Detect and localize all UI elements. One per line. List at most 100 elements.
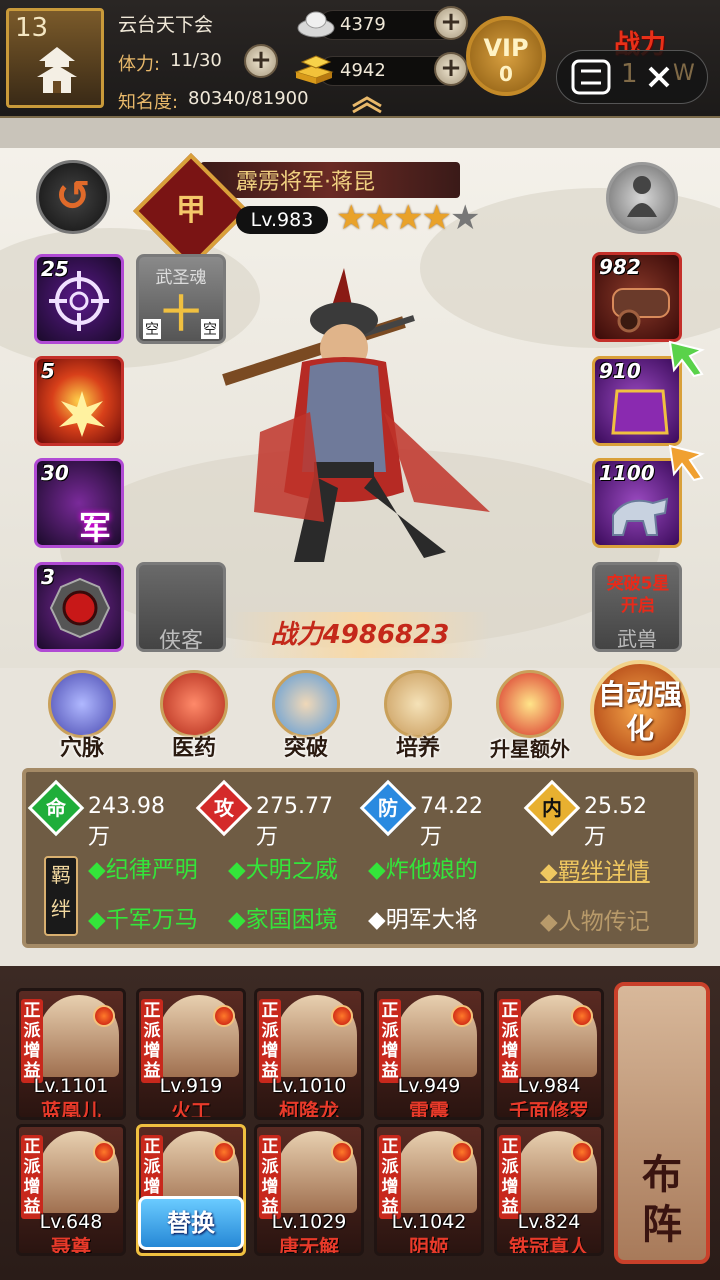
skill-slot-explosion[interactable]: 5 [34, 356, 124, 446]
slot-count: 5 [41, 359, 55, 383]
biography-link[interactable]: ◆人物传记 [540, 902, 650, 936]
fame-value: 80340/81900 [188, 88, 309, 109]
roster-level: Lv.919 [159, 1075, 223, 1097]
red-dot-icon [451, 1141, 473, 1163]
replace-button[interactable]: 替换 [138, 1196, 244, 1250]
acupoint-button[interactable]: 穴脉 [36, 670, 128, 762]
star-up-extra-button[interactable]: 升星额外 [484, 670, 576, 762]
gold-plus-button[interactable]: + [434, 52, 468, 86]
faction-buff-tag: 正派增益 [21, 1135, 43, 1219]
fetter-item: ◆家国困境 [228, 907, 338, 933]
roster-level: Lv.1042 [391, 1211, 467, 1233]
roster-card[interactable]: 正派增益 Lv.648 聂尊 [16, 1124, 126, 1256]
medicine-button[interactable]: 医药 [148, 670, 240, 762]
slot-count: 982 [599, 255, 641, 279]
scroll-icon [384, 670, 452, 738]
silver-value: 4379 [340, 14, 386, 35]
roster-card[interactable]: 正派增益 Lv.919 火工 [136, 988, 246, 1120]
function-label: 培养 [395, 736, 440, 761]
red-dot-icon [93, 1005, 115, 1027]
tiger-icon [612, 497, 669, 536]
function-label: 穴脉 [59, 736, 104, 761]
menu-icon[interactable] [571, 59, 611, 95]
roster-card[interactable]: 正派增益 Lv.1029 唐无解 [254, 1124, 364, 1256]
star-icon: ★ [421, 198, 452, 238]
faction-buff-tag: 正派增益 [21, 999, 43, 1083]
player-name: 云台天下会 [118, 14, 214, 36]
slot-count: 1100 [599, 461, 655, 485]
faction-buff-tag: 正派增益 [499, 1135, 521, 1219]
roster-card[interactable]: 正派增益 Lv.1042 阴姬 [374, 1124, 484, 1256]
equip-slot-cannon[interactable]: 982 [592, 252, 682, 342]
pagoda-icon [37, 47, 77, 93]
hp-icon-text: 命 [46, 796, 66, 820]
stamina-plus-button[interactable]: + [244, 44, 278, 78]
back-button[interactable]: ↺ [36, 160, 110, 234]
hero-power-value: 战力4986823 [270, 620, 450, 650]
hero-portrait [222, 268, 490, 562]
vip-badge[interactable]: VIP 0 [466, 16, 546, 96]
red-dot-icon [213, 1141, 235, 1163]
roster-card[interactable]: 正派增益 Lv.949 雷震 [374, 988, 484, 1120]
formation-label-2: 阵 [642, 1202, 682, 1248]
top-power-suffix: W [673, 61, 695, 86]
red-dot-icon [571, 1005, 593, 1027]
red-orb-icon [49, 577, 111, 639]
faction-buff-tag: 正派增益 [379, 1135, 401, 1219]
fetter-item: ◆纪律严明 [88, 857, 198, 883]
silver-plus-button[interactable]: + [434, 6, 468, 40]
roster-card[interactable]: 正派增益 Lv.824 铁冠真人 [494, 1124, 604, 1256]
skill-slot-target[interactable]: 25 [34, 254, 124, 344]
divider-band [0, 118, 720, 148]
roster-card[interactable]: 正派增益 Lv.1010 柯降龙 [254, 988, 364, 1120]
hero-quality-text: 甲 [176, 193, 206, 228]
star-icon: ★ [336, 198, 367, 238]
wushou-label: 武兽 [617, 627, 657, 651]
back-arrow-icon: ↺ [55, 171, 91, 220]
breakthrough-button[interactable]: 突破 [260, 670, 352, 762]
roster-name: 阴姬 [409, 1235, 449, 1256]
formation-button[interactable]: 布 阵 [614, 982, 710, 1264]
vip-label: VIP [483, 34, 529, 62]
explosion-icon [59, 391, 105, 437]
attack-value: 275.77万 [256, 794, 333, 850]
fetter-item: ◆明军大将 [368, 907, 478, 933]
collapse-chevron-icon[interactable] [350, 94, 384, 114]
player-avatar[interactable]: 13 [6, 8, 104, 108]
wusheng-soul-slot[interactable]: 武圣魂 十 空 空 [136, 254, 226, 344]
stamina-value: 11/30 [170, 50, 222, 71]
skill-slot-army[interactable]: 30 军 [34, 458, 124, 548]
roster-name: 火工 [171, 1099, 211, 1120]
function-label: 突破 [283, 736, 328, 761]
lingzhi-icon [160, 670, 228, 738]
vip-level: 0 [499, 62, 513, 86]
roster-name: 聂尊 [51, 1235, 91, 1256]
red-dot-icon [331, 1141, 353, 1163]
roster-level: Lv.1101 [33, 1075, 109, 1097]
seated-figure-icon [627, 176, 657, 217]
hero-info-button[interactable] [606, 162, 678, 234]
faction-buff-tag: 正派增益 [259, 1135, 281, 1219]
armor-icon [611, 389, 669, 435]
item-slot-orb[interactable]: 3 [34, 562, 124, 652]
fetter-label: 羁绊 [44, 856, 78, 936]
auto-enhance-button[interactable]: 自动强化 [590, 660, 690, 760]
train-button[interactable]: 培养 [372, 670, 464, 762]
fetter-detail-link[interactable]: ◆羁绊详情 [540, 852, 650, 886]
fetter-item: ◆千军万马 [88, 907, 198, 933]
roster-level: Lv.648 [39, 1211, 103, 1233]
xiake-slot[interactable]: 侠客 [136, 562, 226, 652]
top-status-bar: 13 云台天下会 体力: 11/30 + 知名度: 80340/81900 43… [0, 0, 720, 118]
wushou-slot[interactable]: 突破5星开启 武兽 [592, 562, 682, 652]
roster-name: 蓝凰儿 [41, 1099, 101, 1120]
scholar-icon [272, 670, 340, 738]
roster-card[interactable]: 正派增益 Lv.984 千面修罗 [494, 988, 604, 1120]
upgrade-arrow-icon [668, 340, 705, 378]
meridian-icon [48, 670, 116, 738]
roster-card[interactable]: 正派增益 Lv.1101 蓝凰儿 [16, 988, 126, 1120]
capsule-menu: 1 W [556, 50, 708, 104]
hero-level: Lv.983 [236, 206, 328, 234]
xiake-label: 侠客 [158, 629, 203, 652]
fetter-item: ◆大明之威 [228, 857, 338, 883]
close-icon[interactable] [645, 63, 673, 91]
